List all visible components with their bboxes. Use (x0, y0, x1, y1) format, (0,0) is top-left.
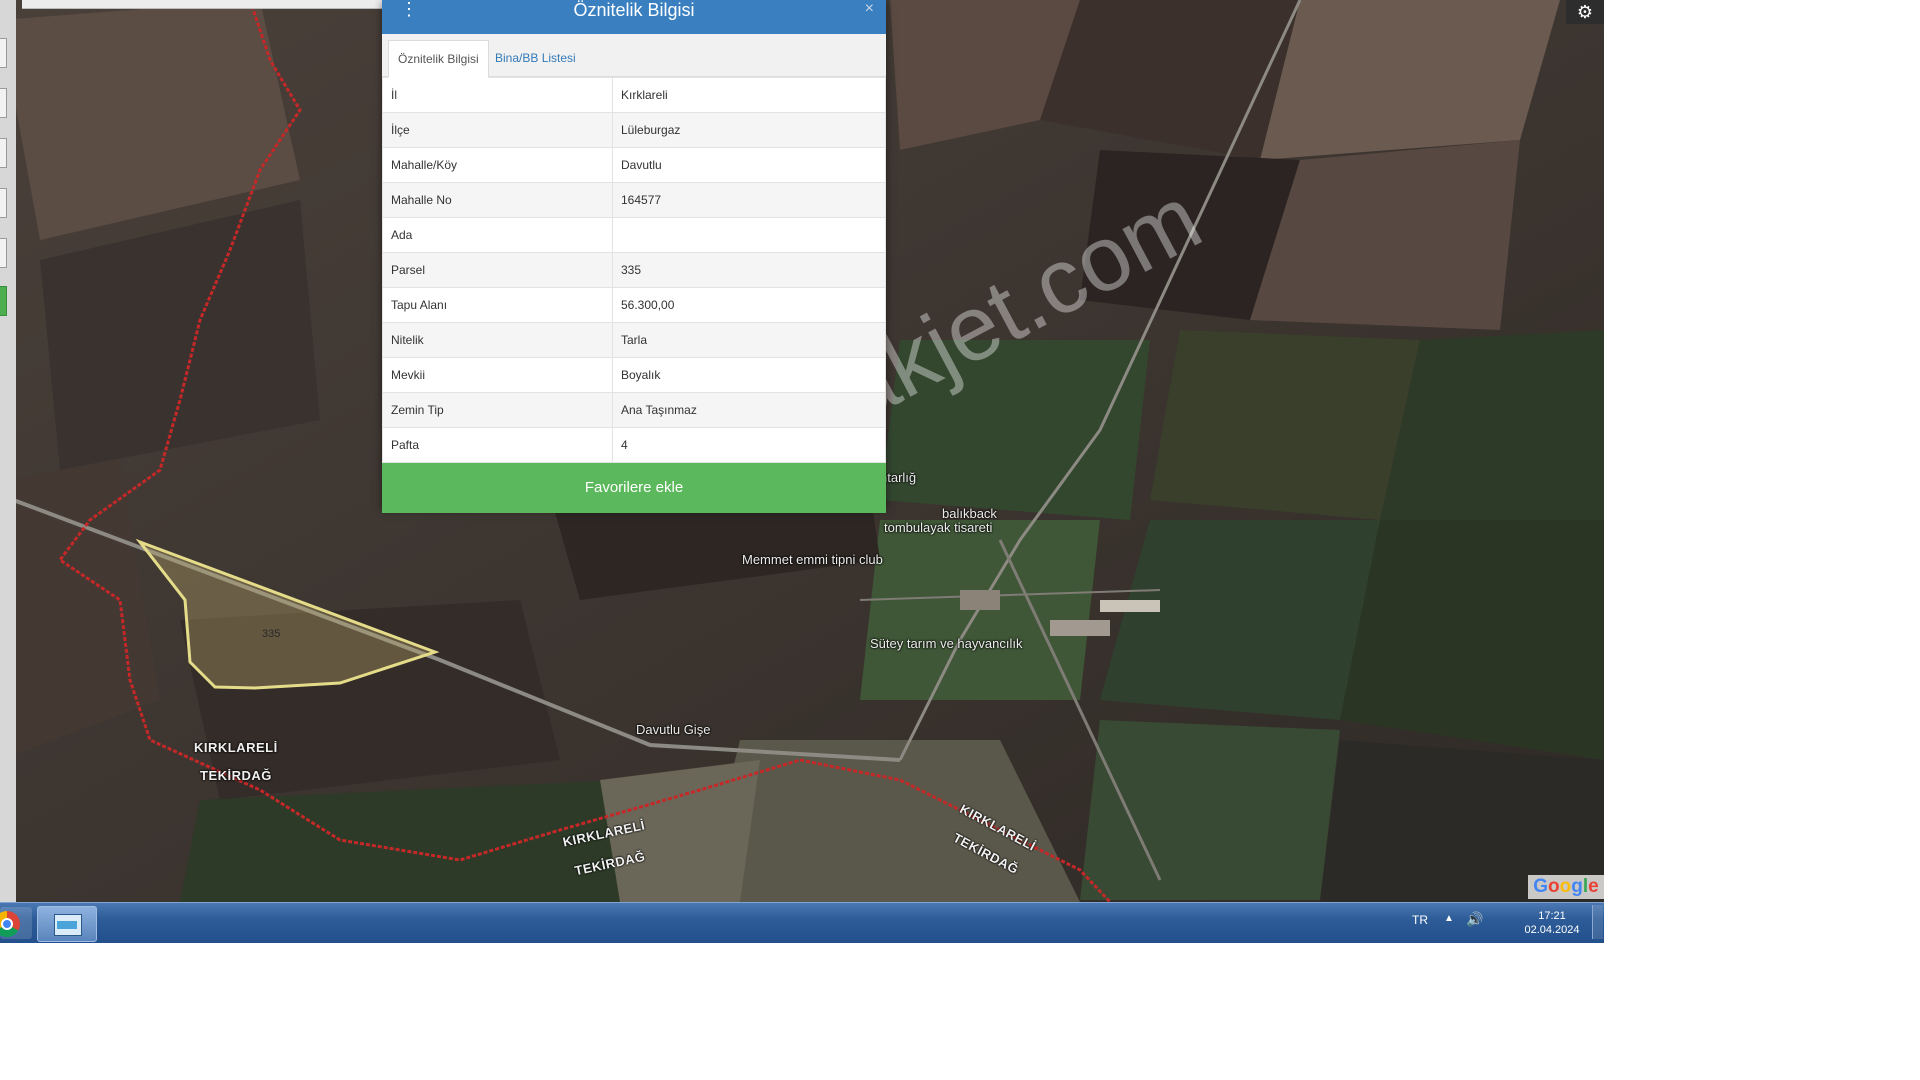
attribute-key: Parsel (382, 252, 613, 288)
attribute-key: Pafta (382, 427, 613, 463)
parcel-number-label: 335 (262, 628, 281, 640)
close-icon[interactable]: × (865, 0, 874, 18)
attribute-key: Mahalle No (382, 182, 613, 218)
attribute-row: Mahalle/Köy Davutlu (382, 147, 886, 183)
attribute-value: 164577 (612, 182, 886, 218)
attribute-value (612, 217, 886, 253)
dialog-title: Öznitelik Bilgisi (573, 0, 695, 20)
tray-expand-icon[interactable]: ▲ (1444, 913, 1454, 924)
toolbar-tab[interactable] (0, 138, 7, 168)
attribute-table: İl Kırklareli İlçe Lüleburgaz Mahalle/Köy Dav… (382, 77, 886, 463)
province-label: KIRKLARELİ (194, 740, 278, 755)
toolbar-tab-active[interactable] (0, 286, 7, 316)
attribute-value: 4 (612, 427, 886, 463)
attribute-value: Lüleburgaz (612, 112, 886, 148)
chrome-icon (0, 911, 20, 937)
clock-time: 17:21 (1538, 910, 1566, 922)
province-label: TEKİRDAĞ (200, 768, 272, 783)
place-label: Davutlu Gişe (636, 722, 711, 737)
attribute-row: Tapu Alanı 56.300,00 (382, 287, 886, 323)
attribute-value: 56.300,00 (612, 287, 886, 323)
attribute-key: Ada (382, 217, 613, 253)
attribute-row: Mahalle No 164577 (382, 182, 886, 218)
attribute-row: Mevkii Boyalık (382, 357, 886, 393)
attribute-value: Ana Taşınmaz (612, 392, 886, 428)
app-taskbar-button[interactable] (37, 906, 97, 942)
windows-taskbar: TR ▲ 🔊 17:21 02.04.2024 (0, 902, 1604, 943)
attribute-row: Ada (382, 217, 886, 253)
attribute-key: Mevkii (382, 357, 613, 393)
attribute-value: Kırklareli (612, 77, 886, 113)
toolbar-tab[interactable] (0, 188, 7, 218)
attribute-key: Nitelik (382, 322, 613, 358)
show-desktop-button[interactable] (1592, 905, 1603, 939)
place-label: Memmet emmi tipni club (742, 552, 883, 567)
language-indicator[interactable]: TR (1412, 913, 1428, 927)
volume-icon[interactable]: 🔊 (1466, 911, 1483, 928)
attribute-row: İlçe Lüleburgaz (382, 112, 886, 148)
dialog-header: ⋮ Öznitelik Bilgisi × (382, 0, 886, 34)
window-icon (54, 914, 82, 936)
attribute-row: Pafta 4 (382, 427, 886, 463)
attribute-key: Tapu Alanı (382, 287, 613, 323)
clock-date: 02.04.2024 (1524, 924, 1580, 936)
gear-icon[interactable]: ⚙ (1566, 0, 1604, 24)
attribute-key: İlçe (382, 112, 613, 148)
toolbar-tab[interactable] (0, 38, 7, 68)
attribute-info-dialog: ⋮ Öznitelik Bilgisi × Öznitelik Bilgisi … (382, 0, 886, 513)
toolbar-tab[interactable] (0, 88, 7, 118)
attribute-value: Davutlu (612, 147, 886, 183)
toolbar-tab[interactable] (0, 238, 7, 268)
place-label: tombulayak tisareti (884, 520, 993, 535)
place-label: balıkback (942, 506, 997, 521)
attribute-key: Mahalle/Köy (382, 147, 613, 183)
attribute-row: İl Kırklareli (382, 77, 886, 113)
map-view[interactable]: ntarlığ balıkback tombulayak tisareti Me… (0, 0, 1604, 902)
attribute-value: Tarla (612, 322, 886, 358)
dialog-tabs: Öznitelik Bilgisi Bina/BB Listesi (382, 34, 886, 78)
top-search-bar[interactable] (22, 0, 382, 9)
left-toolbar-strip (0, 0, 16, 902)
place-label: Sütey tarım ve hayvancılık (870, 636, 1023, 651)
attribute-value: Boyalık (612, 357, 886, 393)
tab-building-list[interactable]: Bina/BB Listesi (486, 40, 585, 76)
tab-attribute-info[interactable]: Öznitelik Bilgisi (388, 40, 489, 78)
attribute-value: 335 (612, 252, 886, 288)
attribute-row: Zemin Tip Ana Taşınmaz (382, 392, 886, 428)
attribute-key: Zemin Tip (382, 392, 613, 428)
chrome-taskbar-button[interactable] (0, 907, 32, 939)
clock[interactable]: 17:21 02.04.2024 (1520, 909, 1584, 937)
attribute-row: Parsel 335 (382, 252, 886, 288)
attribute-key: İl (382, 77, 613, 113)
google-logo: Google (1528, 875, 1604, 899)
add-to-favorites-button[interactable]: Favorilere ekle (382, 463, 886, 513)
attribute-row: Nitelik Tarla (382, 322, 886, 358)
